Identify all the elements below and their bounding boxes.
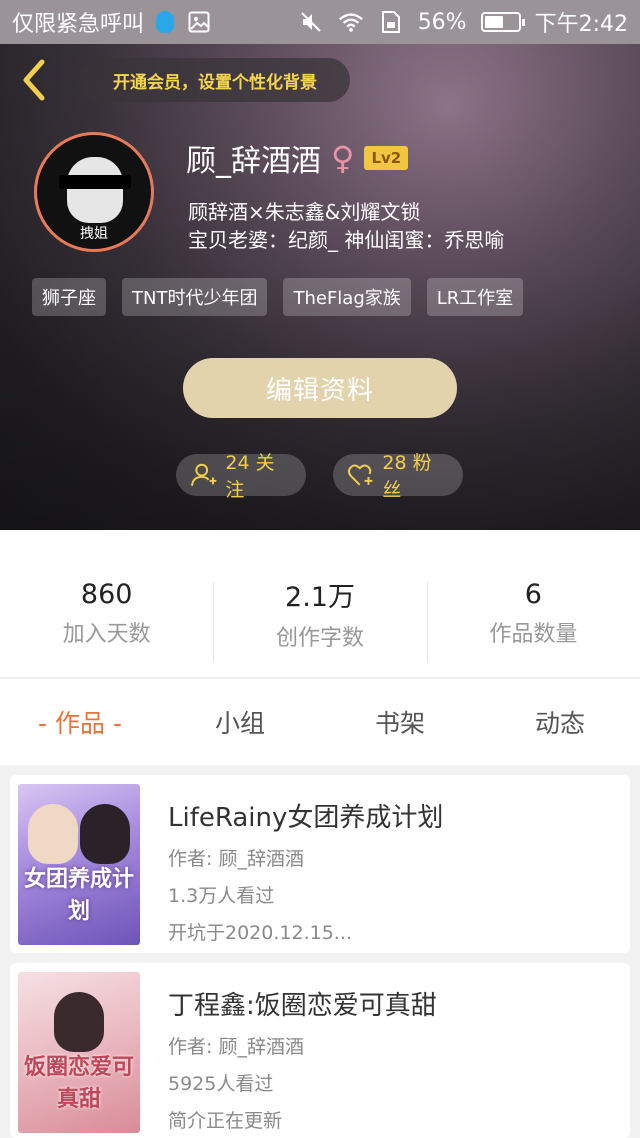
tag-item[interactable]: 狮子座 [32, 278, 106, 316]
stat-label: 作品数量 [489, 622, 578, 647]
tag-item[interactable]: LR工作室 [426, 278, 524, 316]
avatar[interactable]: 拽姐 [34, 132, 154, 252]
edit-profile-button[interactable]: 编辑资料 [183, 358, 457, 418]
work-title: 丁程鑫:饭圈恋爱可真甜 [168, 991, 437, 1021]
work-title: LifeRainy女团养成计划 [168, 803, 444, 833]
cover-figure [80, 804, 130, 864]
work-views: 1.3万人看过 [168, 885, 275, 907]
wifi-icon [338, 9, 364, 35]
avatar-caption: 拽姐 [80, 226, 108, 242]
avatar-sunglasses [59, 175, 131, 189]
work-info: 丁程鑫:饭圈恋爱可真甜 作者: 顾_辞酒酒 5925人看过 简介正在更新 [168, 985, 437, 1133]
clock: 下午2:42 [534, 12, 628, 37]
bio-line-2: 宝贝老婆：纪颜_ 神仙闺蜜：乔思喻 [188, 228, 505, 252]
battery-fill [484, 16, 503, 28]
battery-icon [480, 12, 525, 32]
stat-value: 860 [80, 579, 133, 610]
mute-icon [298, 9, 324, 35]
fans-count: 28 粉丝 [382, 452, 432, 501]
following-count: 24 关注 [225, 452, 275, 501]
qq-penguin-icon [152, 9, 178, 35]
tab-activity[interactable]: 动态 [480, 679, 640, 765]
tag-item[interactable]: TNT时代少年团 [122, 278, 268, 316]
carrier-text: 仅限紧急呼叫 [12, 12, 145, 37]
chevron-left-icon [23, 59, 45, 101]
work-extra: 开坑于2020.12.15... [168, 922, 352, 944]
tab-bookshelf[interactable]: 书架 [320, 679, 480, 765]
work-author: 作者: 顾_辞酒酒 [168, 848, 304, 870]
image-icon [186, 9, 212, 35]
work-card[interactable]: 女团养成计划 LifeRainy女团养成计划 作者: 顾_辞酒酒 1.3万人看过… [10, 775, 630, 953]
tag-item[interactable]: TheFlag家族 [283, 278, 411, 316]
status-bar: 仅限紧急呼叫 56% 下午2:42 [0, 0, 640, 44]
work-extra: 简介正在更新 [168, 1110, 283, 1132]
tag-list: 狮子座 TNT时代少年团 TheFlag家族 LR工作室 [32, 278, 524, 316]
battery-percent: 56% [417, 9, 467, 35]
stat-words: 2.1万 创作字数 [213, 530, 426, 677]
tab-works[interactable]: - 作品 - [0, 679, 160, 765]
vip-banner-button[interactable]: 开通会员，设置个性化背景 [80, 58, 350, 102]
cover-figure [54, 992, 104, 1052]
user-add-icon [190, 463, 217, 486]
cover-title: 女团养成计划 [24, 867, 135, 924]
work-info: LifeRainy女团养成计划 作者: 顾_辞酒酒 1.3万人看过 开坑于202… [168, 797, 443, 945]
sim-icon [378, 9, 404, 35]
level-badge: Lv2 [364, 146, 409, 170]
avatar-face [67, 157, 123, 223]
work-author: 作者: 顾_辞酒酒 [168, 1036, 304, 1058]
works-list: 女团养成计划 LifeRainy女团养成计划 作者: 顾_辞酒酒 1.3万人看过… [0, 765, 640, 1138]
work-views: 5925人看过 [168, 1073, 274, 1095]
stat-works: 6 作品数量 [426, 530, 640, 677]
stats-row: 860 加入天数 2.1万 创作字数 6 作品数量 [0, 530, 640, 678]
username-row: 顾_辞酒酒 ♀ Lv2 [186, 136, 409, 180]
following-button[interactable]: 24 关注 [176, 452, 306, 501]
stat-value: 2.1万 [285, 582, 355, 613]
bio-line-1: 顾辞酒×朱志鑫&刘耀文锁 [188, 200, 421, 224]
stat-label: 加入天数 [62, 622, 151, 647]
fans-button[interactable]: 28 粉丝 [333, 452, 463, 501]
content-tabs: - 作品 - 小组 书架 动态 [0, 679, 640, 765]
book-cover: 女团养成计划 [18, 784, 140, 945]
tab-groups[interactable]: 小组 [160, 679, 320, 765]
stat-label: 创作字数 [275, 626, 364, 651]
username: 顾_辞酒酒 [186, 144, 321, 179]
female-icon: ♀ [331, 139, 355, 177]
back-button[interactable] [14, 56, 54, 104]
stat-days: 860 加入天数 [0, 530, 213, 677]
avatar-image: 拽姐 [37, 135, 151, 249]
work-card[interactable]: 饭圈恋爱可真甜 丁程鑫:饭圈恋爱可真甜 作者: 顾_辞酒酒 5925人看过 简介… [10, 963, 630, 1138]
book-cover: 饭圈恋爱可真甜 [18, 972, 140, 1133]
stat-value: 6 [524, 579, 542, 610]
cover-title: 饭圈恋爱可真甜 [24, 1055, 135, 1112]
heart-add-icon [347, 464, 373, 486]
cover-figure [28, 804, 78, 864]
